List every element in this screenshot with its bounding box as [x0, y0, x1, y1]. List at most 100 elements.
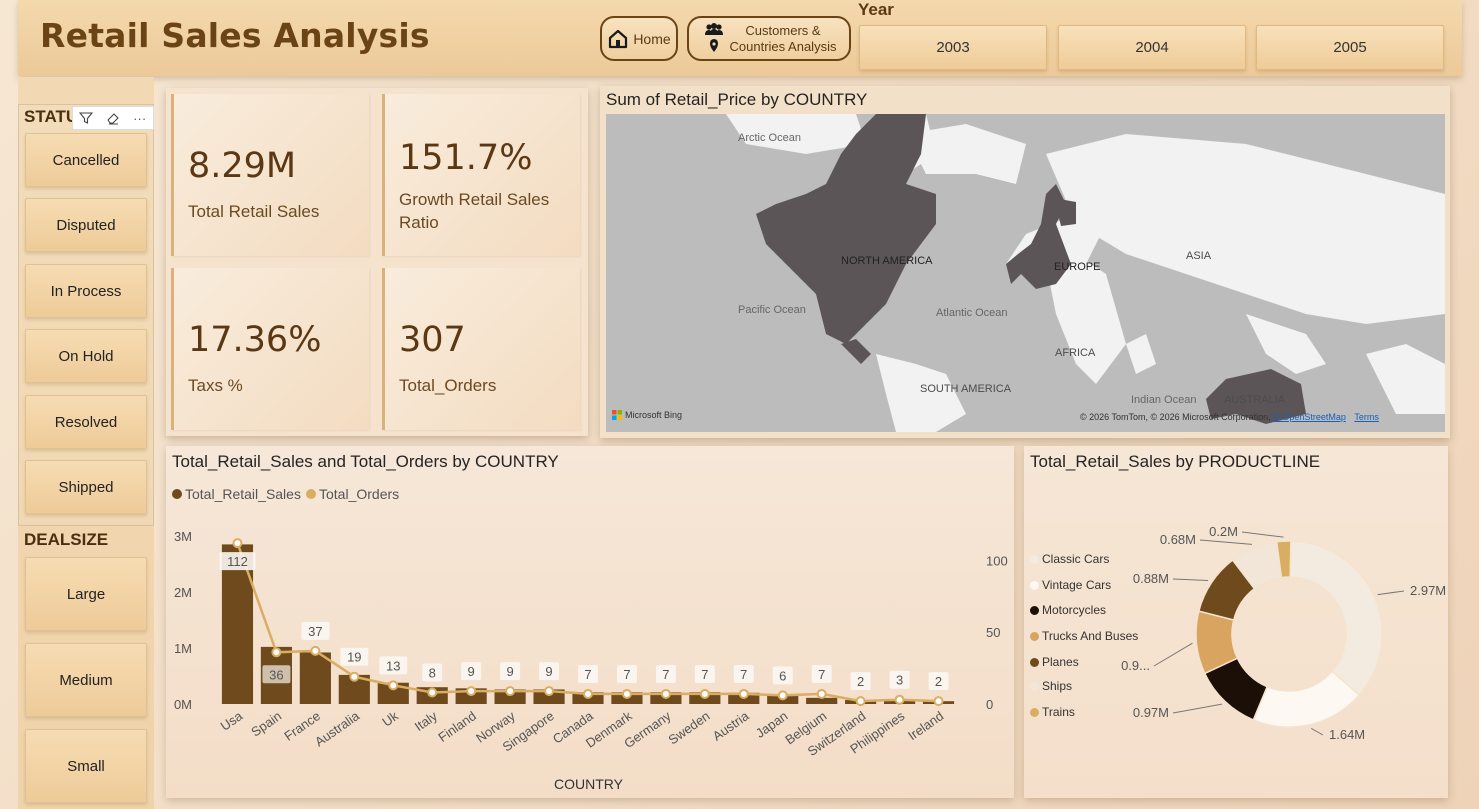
orders-point[interactable]	[505, 686, 516, 697]
map-copyright: © 2026 TomTom, © 2026 Microsoft Corporat…	[1080, 412, 1379, 422]
filter-icon[interactable]	[73, 107, 100, 129]
terms-link[interactable]: Terms	[1354, 412, 1379, 422]
kpi-value: 8.29M	[188, 146, 297, 186]
data-label-text: 37	[308, 624, 322, 639]
orders-data-label: 2	[928, 672, 949, 691]
year-2004-button[interactable]: 2004	[1058, 25, 1246, 70]
bing-logo: Microsoft Bing	[612, 410, 682, 420]
data-label-text: 3	[896, 673, 903, 688]
map-label-pacific: Pacific Ocean	[738, 304, 806, 316]
world-map[interactable]: Arctic Ocean NORTH AMERICA EUROPE ASIA P…	[606, 114, 1445, 432]
status-slicer-title: STATU	[24, 107, 79, 126]
y-left-tick-label: 3M	[174, 529, 192, 544]
orders-point[interactable]	[388, 680, 399, 691]
y-left-tick-label: 0M	[174, 697, 192, 712]
orders-point[interactable]	[894, 694, 905, 705]
status-cancelled[interactable]: Cancelled	[25, 133, 147, 187]
eraser-icon[interactable]	[100, 107, 127, 129]
x-tick-label: Austria	[710, 708, 752, 744]
data-label-text: 6	[779, 668, 786, 683]
osm-link[interactable]: © OpenStreetMap	[1273, 412, 1346, 422]
kpi-value: 307	[399, 320, 466, 360]
donut-leader-line	[1311, 727, 1324, 736]
orders-point[interactable]	[427, 687, 438, 698]
year-slicer-title: Year	[858, 0, 894, 19]
orders-data-label: 7	[578, 664, 598, 683]
combo-x-axis-title: COUNTRY	[554, 776, 623, 792]
data-label-text: 9	[506, 664, 513, 679]
orders-point[interactable]	[310, 645, 321, 656]
bing-label: Microsoft Bing	[625, 410, 683, 420]
donut-data-label: 0.88M	[1133, 571, 1169, 586]
data-label-text: 9	[545, 664, 552, 679]
orders-point[interactable]	[660, 688, 671, 699]
status-in-process[interactable]: In Process	[25, 264, 147, 318]
orders-data-label: 8	[422, 663, 443, 682]
orders-data-label: 36	[262, 665, 291, 684]
orders-point[interactable]	[777, 690, 788, 701]
orders-point[interactable]	[621, 688, 632, 699]
x-tick-label: Australia	[312, 708, 363, 750]
orders-point[interactable]	[232, 538, 243, 549]
map-label-indian: Indian Ocean	[1131, 394, 1197, 406]
x-tick-label: Italy	[412, 708, 441, 734]
data-label-text: 2	[935, 674, 942, 689]
x-tick-label: Spain	[248, 708, 284, 739]
home-button[interactable]: Home	[600, 16, 678, 61]
y-left-tick-label: 2M	[174, 585, 192, 600]
data-label-text: 7	[818, 667, 825, 682]
home-icon	[609, 29, 628, 48]
orders-data-label: 112	[219, 552, 256, 571]
donut-data-label: 0.9...	[1121, 658, 1150, 673]
orders-point[interactable]	[738, 688, 749, 699]
orders-point[interactable]	[271, 647, 282, 658]
data-label-text: 13	[386, 658, 400, 673]
combo-chart-svg: 0M 1M 2M 3M 0 50 100 112 36 37 19 13 8 9 9 9 7 7 7 7 7 6 7 2 3 2 U…	[174, 529, 1008, 759]
customers-countries-button[interactable]: Customers & Countries Analysis	[687, 16, 851, 61]
dealsize-medium[interactable]: Medium	[25, 643, 147, 717]
year-2003-button[interactable]: 2003	[859, 25, 1047, 70]
data-label-text: 2	[857, 674, 864, 689]
data-label-text: 7	[662, 667, 669, 682]
orders-data-label: 9	[539, 662, 560, 681]
kpi-label: Taxs %	[188, 376, 243, 395]
donut-leader-line	[1241, 531, 1284, 538]
customers-label-line1: Customers &	[745, 22, 821, 38]
dealsize-large[interactable]: Large	[25, 557, 147, 631]
orders-point[interactable]	[544, 686, 555, 697]
map-label-south-america: SOUTH AMERICA	[920, 383, 1012, 395]
orders-data-label: 7	[655, 664, 676, 683]
orders-point[interactable]	[466, 686, 477, 697]
x-tick-label: Usa	[218, 708, 246, 734]
map-label-asia: ASIA	[1186, 250, 1212, 262]
more-options-icon[interactable]: ···	[126, 107, 153, 129]
orders-point[interactable]	[583, 688, 593, 699]
bar-france[interactable]	[299, 652, 331, 704]
donut-leader-line	[1172, 578, 1209, 581]
orders-point[interactable]	[816, 688, 827, 699]
orders-point[interactable]	[855, 696, 866, 707]
donut-data-label: 0.68M	[1160, 532, 1196, 547]
status-disputed[interactable]: Disputed	[25, 198, 147, 252]
data-label-text: 7	[701, 667, 708, 682]
year-2005-button[interactable]: 2005	[1256, 25, 1444, 70]
data-label-text: 112	[227, 554, 248, 569]
orders-point[interactable]	[933, 696, 944, 707]
orders-data-label: 2	[850, 672, 871, 691]
orders-data-label: 37	[301, 621, 330, 640]
kpi-label: Total_Orders	[399, 376, 497, 395]
map-credit-text: © 2026 TomTom, © 2026 Microsoft Corporat…	[1080, 412, 1271, 422]
dealsize-small[interactable]: Small	[25, 729, 147, 803]
orders-point[interactable]	[349, 671, 360, 682]
y-right-tick-label: 100	[986, 553, 1008, 568]
orders-data-label: 9	[461, 662, 482, 681]
donut-slice-classic-cars[interactable]	[1289, 540, 1383, 696]
kpi-label: Total Retail Sales	[188, 202, 320, 221]
orders-point[interactable]	[699, 688, 710, 699]
y-right-tick-label: 50	[986, 625, 1000, 640]
status-resolved[interactable]: Resolved	[25, 395, 147, 449]
data-label-text: 7	[584, 667, 591, 682]
status-on-hold[interactable]: On Hold	[25, 329, 147, 383]
status-shipped[interactable]: Shipped	[25, 460, 147, 514]
donut-data-label: 0.97M	[1133, 705, 1169, 720]
